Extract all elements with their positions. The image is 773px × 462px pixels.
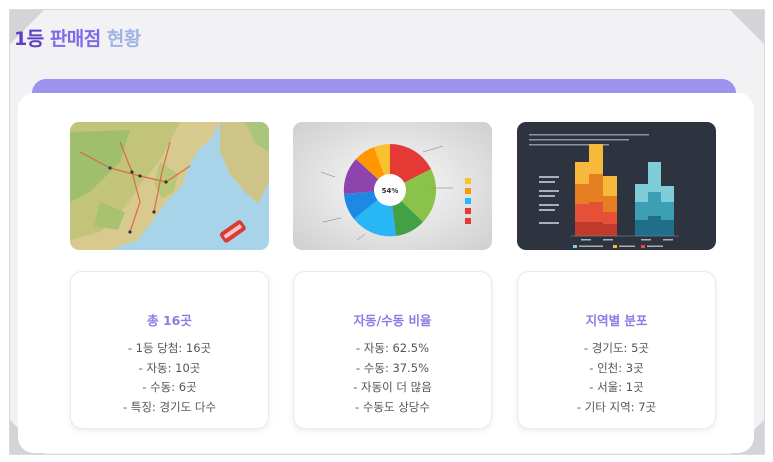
- corner-decoration: [730, 10, 764, 44]
- card-title: 지역별 분포: [585, 313, 648, 328]
- list-item: - 자동: 62.5%: [355, 341, 430, 355]
- list-item: - 1등 당첨: 16곳: [127, 341, 212, 355]
- page-title: 1등 판매점 현황: [14, 24, 141, 51]
- list-item: - 자동이 더 많음: [353, 380, 432, 394]
- list-item: - 수동: 6곳: [142, 380, 197, 394]
- list-item: - 기타 지역: 7곳: [576, 399, 657, 414]
- info-card-total: 총 16곳 - 1등 당첨: 16곳 - 자동: 10곳 - 수동: 6곳 - …: [70, 271, 269, 429]
- pie-chart-image: 54%: [293, 122, 492, 250]
- list-item: - 수동: 37.5%: [355, 360, 430, 375]
- list-item: - 자동: 10곳: [138, 360, 201, 375]
- card-title: 총 16곳: [147, 313, 192, 328]
- list-item: - 경기도: 5곳: [584, 341, 649, 355]
- stacked-bar-chart-image: [517, 122, 716, 250]
- title-part-number: 1등: [14, 28, 50, 50]
- list-item: - 서울: 1곳: [589, 380, 644, 394]
- list-item: - 특징: 경기도 다수: [122, 399, 217, 414]
- info-card-region: 지역별 분포 - 경기도: 5곳 - 인천: 3곳 - 서울: 1곳 - 기타 …: [517, 271, 716, 429]
- title-part-status: 현황: [106, 28, 141, 50]
- list-item: - 수동도 상당수: [355, 399, 430, 414]
- pie-center-label: 54%: [382, 187, 399, 195]
- korea-map-image: [70, 122, 269, 250]
- title-part-store: 판매점: [49, 28, 107, 50]
- card-title: 자동/수동 비율: [353, 313, 432, 328]
- list-item: - 인천: 3곳: [589, 360, 644, 375]
- info-card-auto-manual: 자동/수동 비율 - 자동: 62.5% - 수동: 37.5% - 자동이 더…: [293, 271, 492, 429]
